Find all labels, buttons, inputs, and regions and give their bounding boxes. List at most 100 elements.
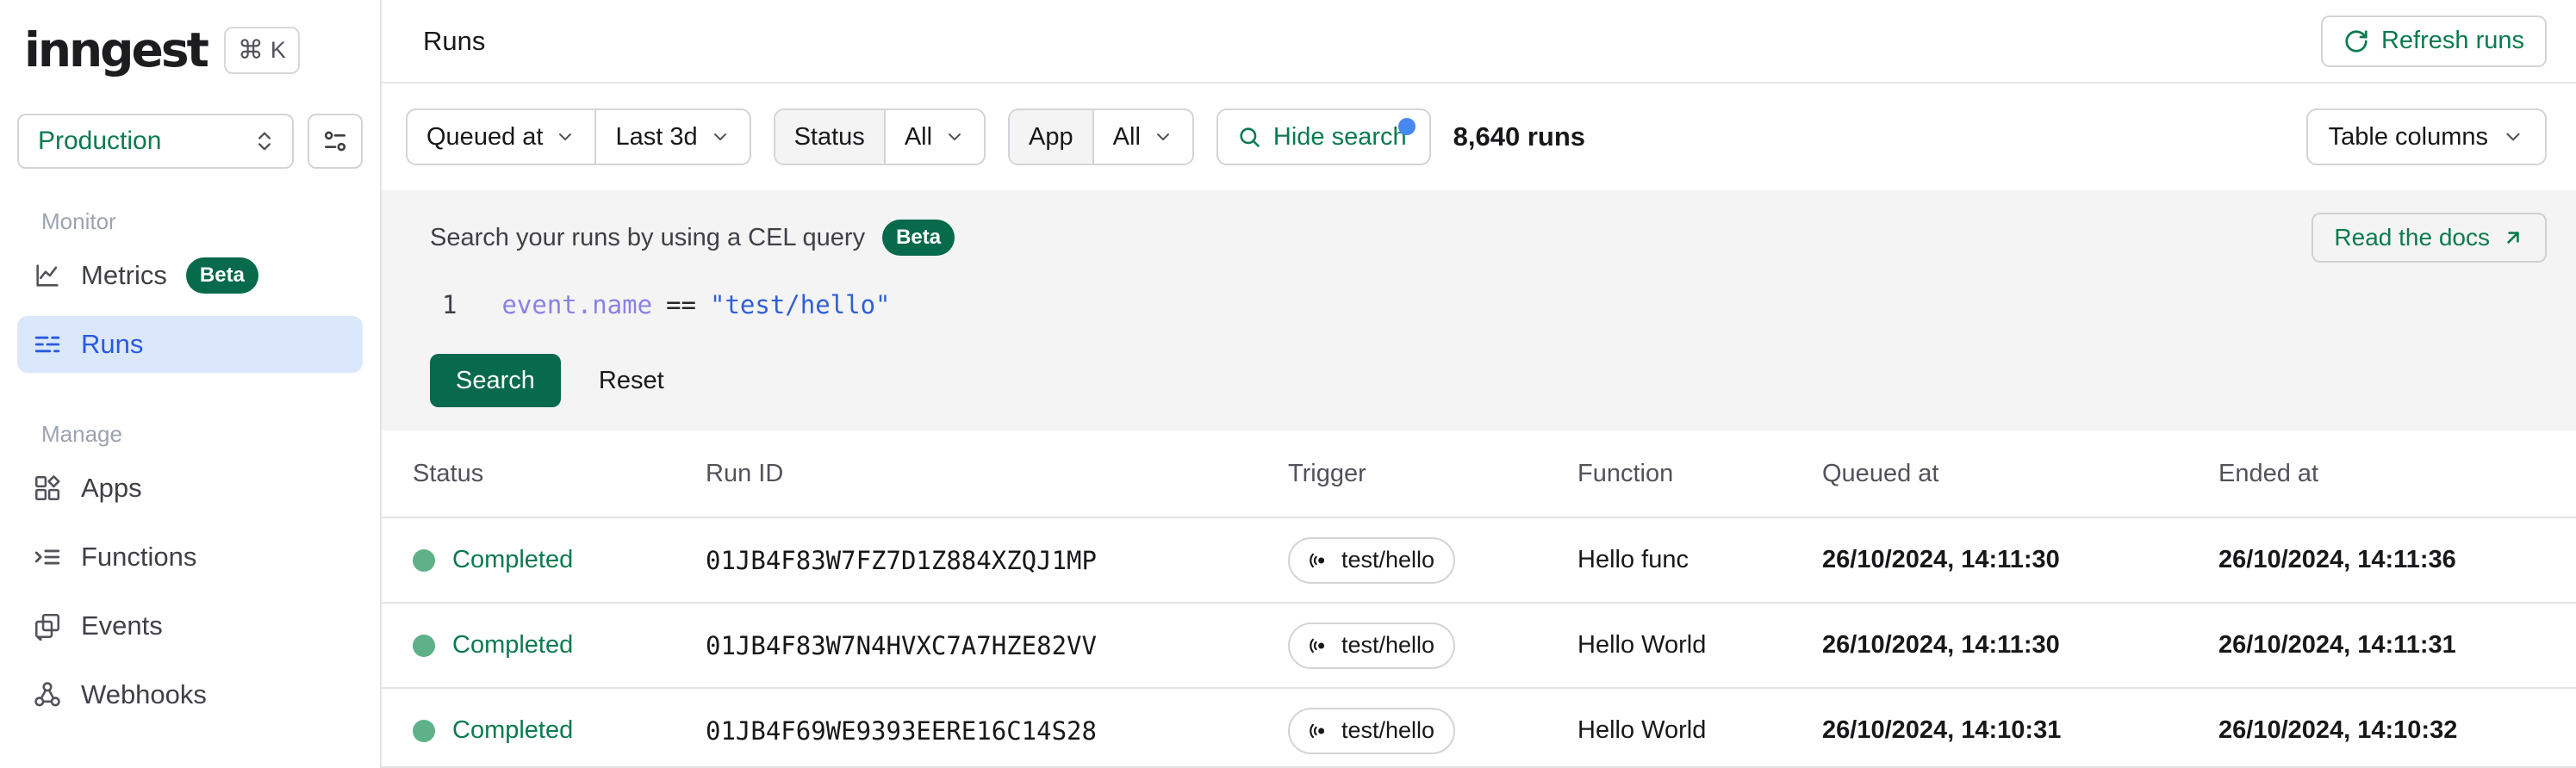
trigger-cell: test/hello xyxy=(1288,622,1577,669)
command-k-shortcut[interactable]: ⌘ K xyxy=(223,26,300,74)
environment-selector[interactable]: Production xyxy=(17,114,294,169)
trigger-pill: test/hello xyxy=(1288,536,1456,584)
sidebar-item-apps[interactable]: Apps xyxy=(17,460,363,517)
sidebar-item-label: Apps xyxy=(81,473,142,503)
app-label-text: App xyxy=(1029,122,1073,151)
logo-row: inngest ⌘ K xyxy=(17,22,363,77)
shortcut-key-label: K xyxy=(270,36,286,63)
trigger-cell: test/hello xyxy=(1288,707,1577,754)
inngest-logo: inngest xyxy=(24,22,209,77)
event-broadcast-icon xyxy=(1309,635,1331,657)
ended-at-value: 26/10/2024, 14:10:32 xyxy=(2218,716,2458,744)
status-label: Completed xyxy=(452,631,574,659)
notification-dot xyxy=(1397,118,1416,135)
refresh-icon xyxy=(2343,28,2369,54)
chevrons-up-down-icon xyxy=(252,129,277,153)
read-the-docs-button[interactable]: Read the docs xyxy=(2312,213,2547,263)
column-header-ended-at: Ended at xyxy=(2218,459,2319,487)
cel-query-text: event.name == "test/hello" xyxy=(501,290,890,319)
chevron-down-icon xyxy=(555,127,576,147)
column-header-run-id: Run ID xyxy=(706,459,784,487)
table-row[interactable]: Completed 01JB4F69WE9393EERE16C14S28 tes… xyxy=(382,687,2576,766)
manage-section-label: Manage xyxy=(41,421,122,447)
sidebar-item-runs[interactable]: Runs xyxy=(17,316,363,373)
environment-settings-button[interactable] xyxy=(308,114,363,169)
functions-prompt-icon xyxy=(33,542,62,572)
queued-at-value: 26/10/2024, 14:10:31 xyxy=(1822,716,2062,744)
column-header-queued-at: Queued at xyxy=(1822,459,1939,487)
column-header-status: Status xyxy=(413,459,484,487)
sidebar-item-label: Metrics xyxy=(81,260,167,290)
queued-at-value: 26/10/2024, 14:11:30 xyxy=(1822,631,2060,659)
status-label-text: Status xyxy=(793,122,865,151)
beta-badge: Beta xyxy=(882,220,955,256)
sliders-icon xyxy=(321,127,349,155)
refresh-runs-label: Refresh runs xyxy=(2380,27,2524,54)
events-windows-icon xyxy=(33,611,62,641)
table-columns-label: Table columns xyxy=(2328,122,2488,151)
time-range-dropdown[interactable]: Last 3d xyxy=(594,110,749,164)
app-filter-dropdown[interactable]: All xyxy=(1092,110,1192,164)
sidebar-item-label: Webhooks xyxy=(81,679,207,709)
time-field-dropdown[interactable]: Queued at xyxy=(408,110,594,164)
chevron-down-icon xyxy=(2502,126,2524,148)
hide-search-label: Hide search xyxy=(1272,122,1407,151)
status-filter-dropdown[interactable]: All xyxy=(883,110,984,164)
table-row[interactable]: Completed 01JB4F83W7FZ7D1Z884XZQJ1MP tes… xyxy=(382,517,2576,602)
sidebar-item-functions[interactable]: Functions xyxy=(17,529,363,585)
read-the-docs-label: Read the docs xyxy=(2334,224,2490,251)
main-content: Runs Refresh runs Queued at Last 3d Stat… xyxy=(382,0,2576,768)
status-cell: Completed xyxy=(413,631,706,660)
column-header-function: Function xyxy=(1577,459,1674,487)
cel-string-token: "test/hello" xyxy=(710,290,891,319)
sidebar-item-webhooks[interactable]: Webhooks xyxy=(17,666,363,723)
search-icon xyxy=(1237,125,1261,149)
app-filter-label: App xyxy=(1010,110,1092,164)
refresh-runs-button[interactable]: Refresh runs xyxy=(2320,15,2547,67)
chevron-down-icon xyxy=(1153,127,1173,147)
table-body: Completed 01JB4F83W7FZ7D1Z884XZQJ1MP tes… xyxy=(382,517,2576,768)
run-id: 01JB4F83W7FZ7D1Z884XZQJ1MP xyxy=(706,545,1097,575)
cel-query-editor[interactable]: 1 event.name == "test/hello" xyxy=(430,290,2547,319)
sidebar-item-label: Functions xyxy=(81,542,197,572)
event-broadcast-icon xyxy=(1309,720,1331,742)
app-filter-control: App All xyxy=(1008,108,1194,165)
status-label: Completed xyxy=(452,546,574,573)
runs-list-icon xyxy=(33,330,62,359)
time-filter-control: Queued at Last 3d xyxy=(406,108,751,165)
editor-line-number: 1 xyxy=(442,290,457,319)
sidebar-item-label: Runs xyxy=(81,329,144,359)
trigger-name: test/hello xyxy=(1341,632,1435,658)
cel-panel-title: Search your runs by using a CEL query xyxy=(430,223,866,251)
reset-button[interactable]: Reset xyxy=(599,367,664,395)
runs-count: 8,640 runs xyxy=(1453,121,1586,152)
sidebar-item-metrics[interactable]: Metrics Beta xyxy=(17,247,363,304)
app-filter-value: All xyxy=(1112,122,1141,151)
webhooks-nodes-icon xyxy=(33,680,62,709)
table-columns-button[interactable]: Table columns xyxy=(2305,108,2547,165)
search-button[interactable]: Search xyxy=(430,354,561,407)
cel-search-panel: Search your runs by using a CEL query Be… xyxy=(382,190,2576,430)
ended-at-value: 26/10/2024, 14:11:36 xyxy=(2218,546,2456,573)
chevron-down-icon xyxy=(710,127,731,147)
page-header: Runs Refresh runs xyxy=(382,0,2576,84)
sidebar-item-events[interactable]: Events xyxy=(17,598,363,654)
status-filter-value: All xyxy=(904,122,933,151)
trigger-pill: test/hello xyxy=(1288,622,1456,669)
event-broadcast-icon xyxy=(1309,549,1331,572)
beta-badge: Beta xyxy=(185,257,258,294)
hide-search-button[interactable]: Hide search xyxy=(1216,108,1431,165)
arrow-up-right-icon xyxy=(2502,226,2524,249)
run-id: 01JB4F69WE9393EERE16C14S28 xyxy=(706,715,1097,746)
status-dot-icon xyxy=(413,634,435,657)
table-row[interactable]: Completed 01JB4F83W7N4HVXC7A7HZE82VV tes… xyxy=(382,602,2576,687)
status-filter-control: Status All xyxy=(773,108,986,165)
trigger-name: test/hello xyxy=(1341,717,1435,743)
sidebar-item-label: Events xyxy=(81,610,163,641)
apps-blocks-icon xyxy=(33,474,62,503)
cel-property-token: event.name xyxy=(501,290,653,319)
status-cell: Completed xyxy=(413,716,706,745)
chevron-down-icon xyxy=(944,127,965,147)
monitor-section-label: Monitor xyxy=(41,208,116,234)
sidebar: inngest ⌘ K Production Monitor Metrics B… xyxy=(0,0,382,768)
